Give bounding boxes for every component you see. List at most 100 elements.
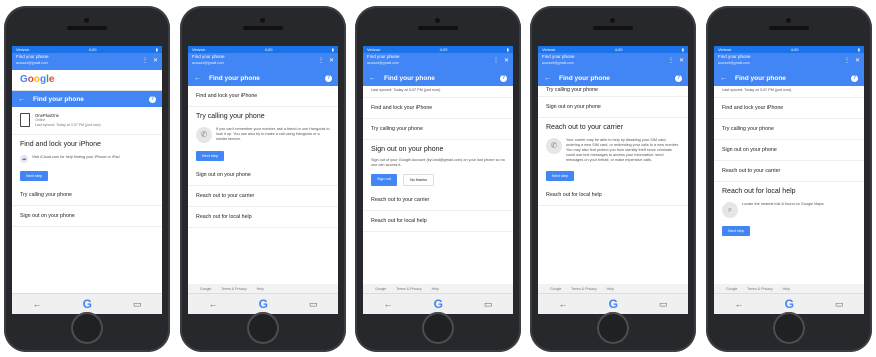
more-icon[interactable]: ⋮ bbox=[493, 57, 499, 64]
google-icon[interactable]: G bbox=[259, 297, 268, 311]
page-header: ← Find your phone ? bbox=[538, 70, 688, 86]
device-card[interactable]: OnePlusOne Online Last synced: Today at … bbox=[12, 107, 162, 135]
home-button[interactable] bbox=[773, 312, 805, 344]
browser-nav-bar: ← G ▭ bbox=[538, 293, 688, 314]
app-title: Find your phone bbox=[16, 54, 49, 59]
option-try-calling[interactable]: Try calling your phone bbox=[12, 185, 162, 206]
google-icon[interactable]: G bbox=[609, 297, 618, 311]
tabs-icon[interactable]: ▭ bbox=[484, 299, 493, 310]
option-sign-out[interactable]: Sign out on your phone bbox=[714, 140, 864, 161]
app-title: Find your phone bbox=[718, 54, 751, 59]
status-time: 4:20 bbox=[264, 47, 273, 52]
browser-nav-bar: ← G ▭ bbox=[363, 293, 513, 314]
tabs-icon[interactable]: ▭ bbox=[835, 299, 844, 310]
back-arrow-icon[interactable]: ← bbox=[720, 75, 727, 82]
home-button[interactable] bbox=[71, 312, 103, 344]
page-title: Find your phone bbox=[209, 74, 260, 82]
close-icon[interactable]: ✕ bbox=[855, 57, 860, 64]
app-bar: Find your phone account@gmail.com ⋮ ✕ bbox=[714, 53, 864, 70]
option-try-calling[interactable]: Try calling your phone bbox=[538, 86, 688, 97]
nav-back-icon[interactable]: ← bbox=[559, 299, 568, 309]
option-find-lock-iphone[interactable]: Find and lock your iPhone bbox=[188, 86, 338, 107]
status-time: 4:20 bbox=[614, 47, 623, 52]
back-arrow-icon[interactable]: ← bbox=[194, 75, 201, 82]
app-title: Find your phone bbox=[367, 54, 400, 59]
back-arrow-icon[interactable]: ← bbox=[369, 75, 376, 82]
google-icon[interactable]: G bbox=[83, 297, 92, 311]
close-icon[interactable]: ✕ bbox=[679, 57, 684, 64]
section-description: Visit iCloud.com for help finding your i… bbox=[32, 155, 121, 159]
option-reach-carrier[interactable]: Reach out to your carrier bbox=[714, 161, 864, 182]
home-button[interactable] bbox=[247, 312, 279, 344]
phone-screen-2: Verizon 4:20 ▮ Find your phone account@g… bbox=[188, 46, 338, 314]
earpiece-speaker bbox=[67, 26, 107, 30]
phone-frame-4: Verizon 4:20 ▮ Find your phone account@g… bbox=[530, 6, 696, 352]
browser-nav-bar: ← G ▭ bbox=[188, 293, 338, 314]
help-icon[interactable]: ? bbox=[675, 74, 682, 82]
google-icon[interactable]: G bbox=[785, 297, 794, 311]
status-time: 4:20 bbox=[88, 47, 97, 52]
next-step-button[interactable]: Next step bbox=[20, 171, 49, 181]
option-try-calling[interactable]: Try calling your phone bbox=[363, 119, 513, 140]
tabs-icon[interactable]: ▭ bbox=[659, 299, 668, 310]
option-reach-carrier[interactable]: Reach out to your carrier bbox=[363, 190, 513, 211]
help-icon[interactable]: ? bbox=[500, 74, 507, 82]
app-subtitle: account@gmail.com bbox=[367, 61, 399, 65]
no-thanks-button[interactable]: No thanks bbox=[402, 174, 435, 186]
more-icon[interactable]: ⋮ bbox=[318, 57, 324, 64]
phone-frame-1: Verizon 4:20 ▮ Find your phone account@g… bbox=[4, 6, 170, 352]
google-logo-letter: e bbox=[48, 74, 55, 85]
status-bar: Verizon 4:20 ▮ bbox=[538, 46, 688, 53]
section-description: Your carrier may be able to help by disa… bbox=[566, 138, 679, 162]
nav-back-icon[interactable]: ← bbox=[384, 299, 393, 309]
nav-back-icon[interactable]: ← bbox=[33, 299, 42, 309]
app-bar: Find your phone account@gmail.com ⋮ ✕ bbox=[363, 53, 513, 70]
browser-nav-bar: ← G ▭ bbox=[12, 293, 162, 314]
close-icon[interactable]: ✕ bbox=[504, 57, 509, 64]
option-local-help[interactable]: Reach out for local help bbox=[538, 185, 688, 206]
google-icon[interactable]: G bbox=[434, 297, 443, 311]
nav-back-icon[interactable]: ← bbox=[209, 299, 218, 309]
back-arrow-icon[interactable]: ← bbox=[18, 96, 25, 103]
option-try-calling[interactable]: Try calling your phone bbox=[714, 119, 864, 140]
tabs-icon[interactable]: ▭ bbox=[133, 299, 142, 310]
more-icon[interactable]: ⋮ bbox=[142, 57, 148, 64]
front-camera bbox=[610, 18, 615, 23]
help-icon[interactable]: ? bbox=[149, 95, 156, 103]
device-last-synced: Last synced: Today at 3:37 PM (just now) bbox=[35, 123, 101, 127]
app-subtitle: account@gmail.com bbox=[542, 61, 574, 65]
phone-device-icon bbox=[20, 113, 30, 127]
sign-out-button[interactable]: Sign out bbox=[371, 174, 397, 186]
close-icon[interactable]: ✕ bbox=[153, 57, 158, 64]
status-bar: Verizon 4:20 ▮ bbox=[714, 46, 864, 53]
back-arrow-icon[interactable]: ← bbox=[544, 75, 551, 82]
option-sign-out[interactable]: Sign out on your phone bbox=[12, 206, 162, 227]
option-sign-out[interactable]: Sign out on your phone bbox=[188, 165, 338, 186]
front-camera bbox=[786, 18, 791, 23]
next-step-button[interactable]: Next step bbox=[546, 171, 575, 181]
option-find-lock-iphone[interactable]: Find and lock your iPhone bbox=[714, 98, 864, 119]
option-local-help[interactable]: Reach out for local help bbox=[188, 207, 338, 228]
tabs-icon[interactable]: ▭ bbox=[309, 299, 318, 310]
help-icon[interactable]: ? bbox=[325, 74, 332, 82]
app-bar: Find your phone account@gmail.com ⋮ ✕ bbox=[188, 53, 338, 70]
carrier-label: Verizon bbox=[718, 47, 732, 52]
option-reach-carrier[interactable]: Reach out to your carrier bbox=[188, 186, 338, 207]
help-icon[interactable]: ? bbox=[851, 74, 858, 82]
option-local-help[interactable]: Reach out for local help bbox=[363, 211, 513, 232]
nav-back-icon[interactable]: ← bbox=[735, 299, 744, 309]
more-icon[interactable]: ⋮ bbox=[844, 57, 850, 64]
more-icon[interactable]: ⋮ bbox=[668, 57, 674, 64]
option-sign-out[interactable]: Sign out on your phone bbox=[538, 97, 688, 118]
front-camera bbox=[435, 18, 440, 23]
next-step-button[interactable]: Next step bbox=[722, 226, 751, 236]
carrier-label: Verizon bbox=[192, 47, 206, 52]
section-description: Sign out of your Google Account (kyl.and… bbox=[371, 158, 505, 167]
next-step-button[interactable]: Next step bbox=[196, 151, 225, 161]
home-button[interactable] bbox=[422, 312, 454, 344]
phone-call-icon: ✆ bbox=[546, 138, 562, 154]
phone-screen-1: Verizon 4:20 ▮ Find your phone account@g… bbox=[12, 46, 162, 314]
home-button[interactable] bbox=[597, 312, 629, 344]
option-find-lock-iphone[interactable]: Find and lock your iPhone bbox=[363, 98, 513, 119]
close-icon[interactable]: ✕ bbox=[329, 57, 334, 64]
